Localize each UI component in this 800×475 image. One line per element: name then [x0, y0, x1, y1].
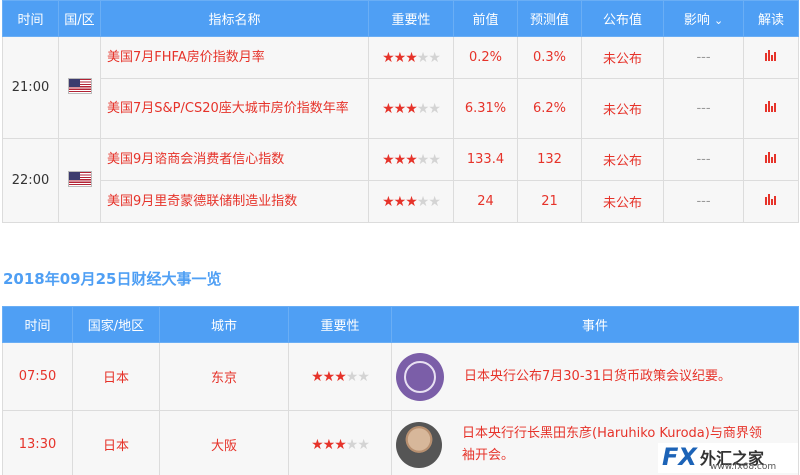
importance-stars: ★★★★★ — [288, 410, 392, 475]
events-header-row: 时间 国家/地区 城市 重要性 事件 — [2, 306, 799, 343]
importance-stars: ★★★★★ — [368, 36, 454, 79]
header-importance: 重要性 — [368, 0, 454, 37]
event-description[interactable]: 日本央行公布7月30-31日货币政策会议纪要。 — [464, 366, 731, 388]
forecast-value: 6.2% — [517, 78, 582, 139]
kuroda-portrait — [396, 421, 442, 468]
impact-value: --- — [663, 78, 744, 139]
importance-stars: ★★★★★ — [288, 342, 392, 411]
event-time: 07:50 — [2, 342, 73, 411]
event-time: 13:30 — [2, 410, 73, 475]
boj-seal-icon — [396, 352, 444, 401]
indicator-name[interactable]: 美国9月谘商会消费者信心指数 — [100, 138, 369, 181]
header-time: 时间 — [2, 0, 59, 37]
actual-value: 未公布 — [581, 78, 664, 139]
header-time: 时间 — [2, 306, 73, 343]
importance-stars: ★★★★★ — [368, 180, 454, 223]
country-cell — [58, 138, 101, 223]
header-country: 国家/地区 — [72, 306, 160, 343]
time-cell: 21:00 — [2, 36, 59, 139]
brand-url: www.fx68.com — [710, 462, 777, 472]
previous-value: 133.4 — [453, 138, 518, 181]
forecast-value: 21 — [517, 180, 582, 223]
previous-value: 6.31% — [453, 78, 518, 139]
impact-value: --- — [663, 180, 744, 223]
us-flag-icon — [67, 77, 92, 94]
forecast-value: 132 — [517, 138, 582, 181]
calendar-table: 时间 国/区 指标名称 重要性 前值 预测值 公布值 影响 ⌄ 解读 21:00… — [2, 0, 799, 223]
impact-value: --- — [663, 36, 744, 79]
bar-chart-icon — [765, 50, 777, 61]
header-region: 国/区 — [58, 0, 101, 37]
header-importance: 重要性 — [288, 306, 392, 343]
actual-value: 未公布 — [581, 180, 664, 223]
event-country: 日本 — [72, 342, 160, 411]
header-indicator: 指标名称 — [100, 0, 369, 37]
indicator-name[interactable]: 美国9月里奇蒙德联储制造业指数 — [100, 180, 369, 223]
header-event: 事件 — [391, 306, 799, 343]
header-actual: 公布值 — [581, 0, 664, 37]
bar-chart-icon — [765, 101, 777, 112]
header-impact-dropdown[interactable]: 影响 ⌄ — [663, 0, 744, 37]
analysis-button[interactable] — [743, 180, 799, 223]
header-previous: 前值 — [453, 0, 518, 37]
indicator-name[interactable]: 美国7月S&P/CS20座大城市房价指数年率 — [100, 78, 369, 139]
analysis-button[interactable] — [743, 138, 799, 181]
country-cell — [58, 36, 101, 139]
previous-value: 0.2% — [453, 36, 518, 79]
chevron-down-icon: ⌄ — [713, 14, 724, 27]
event-country: 日本 — [72, 410, 160, 475]
table-row: 22:00 美国9月谘商会消费者信心指数 ★★★★★ 133.4 132 未公布… — [2, 138, 799, 223]
bar-chart-icon — [765, 194, 777, 205]
event-city: 大阪 — [159, 410, 289, 475]
header-analysis: 解读 — [743, 0, 799, 37]
time-cell: 22:00 — [2, 138, 59, 223]
forecast-value: 0.3% — [517, 36, 582, 79]
event-city: 东京 — [159, 342, 289, 411]
impact-value: --- — [663, 138, 744, 181]
us-flag-icon — [67, 170, 92, 187]
table-row: 美国9月里奇蒙德联储制造业指数 ★★★★★ 24 21 未公布 --- — [3, 180, 799, 223]
analysis-button[interactable] — [743, 78, 799, 139]
section-title: 2018年09月25日财经大事一览 — [3, 270, 222, 288]
analysis-button[interactable] — [743, 36, 799, 79]
table-row: 美国7月S&P/CS20座大城市房价指数年率 ★★★★★ 6.31% 6.2% … — [3, 78, 799, 139]
importance-stars: ★★★★★ — [368, 78, 454, 139]
table-row: 21:00 美国7月FHFA房价指数月率 ★★★★★ 0.2% 0.3% 未公布… — [2, 36, 799, 139]
fx68-watermark-logo: FX 外汇之家 www.fx68.com — [658, 443, 798, 473]
importance-stars: ★★★★★ — [368, 138, 454, 181]
indicator-name[interactable]: 美国7月FHFA房价指数月率 — [100, 36, 369, 79]
actual-value: 未公布 — [581, 36, 664, 79]
fx-logo-text: FX — [662, 443, 697, 471]
bar-chart-icon — [765, 152, 777, 163]
calendar-header-row: 时间 国/区 指标名称 重要性 前值 预测值 公布值 影响 ⌄ 解读 — [2, 0, 799, 37]
header-city: 城市 — [159, 306, 289, 343]
previous-value: 24 — [453, 180, 518, 223]
table-row: 07:50 日本 东京 ★★★★★ 日本央行公布7月30-31日货币政策会议纪要… — [2, 342, 799, 411]
header-forecast: 预测值 — [517, 0, 582, 37]
actual-value: 未公布 — [581, 138, 664, 181]
